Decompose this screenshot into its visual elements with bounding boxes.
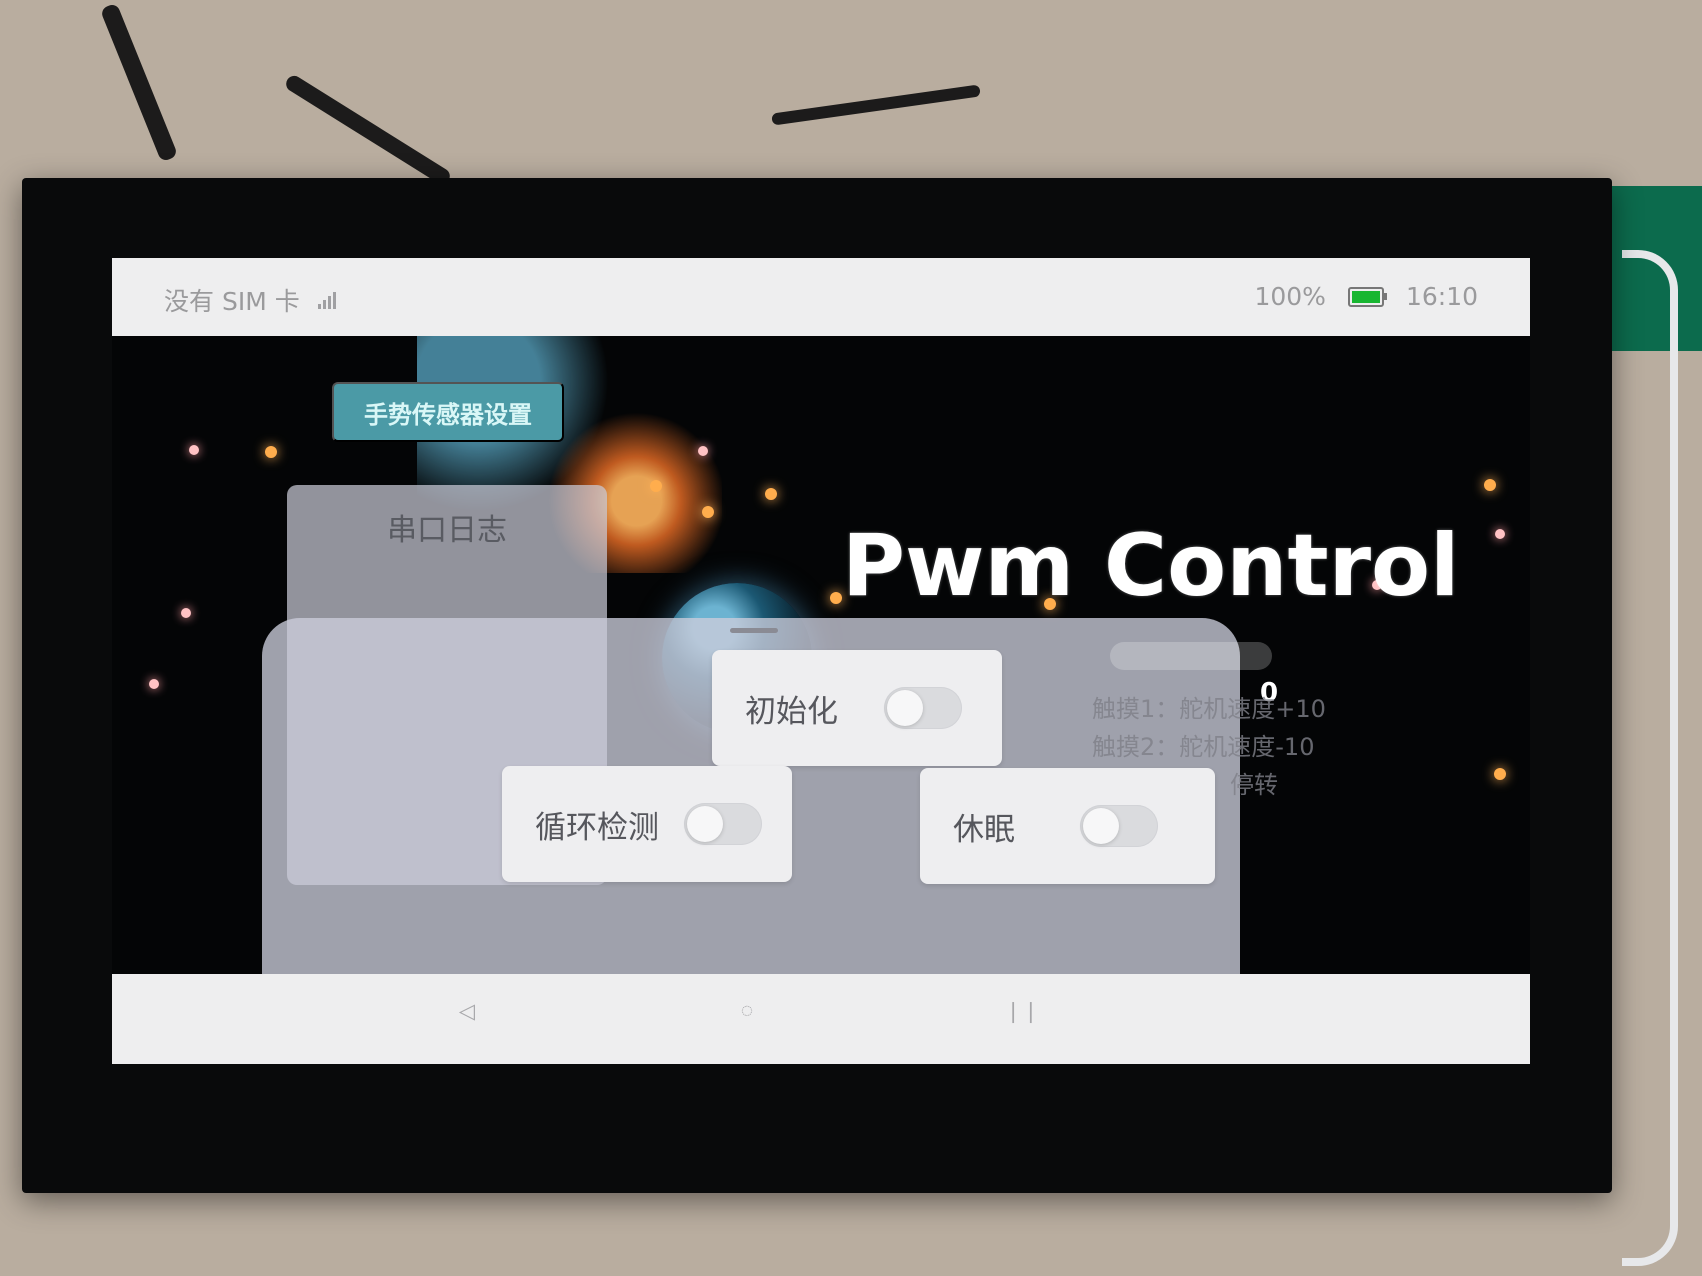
status-time: 16:10 (1405, 282, 1478, 311)
sheet-drag-handle[interactable] (730, 628, 778, 633)
pink-star-dot (189, 445, 199, 455)
orange-star-dot (1494, 768, 1506, 780)
orange-star-dot (1484, 479, 1496, 491)
gesture-instruction-1: 触摸1：舵机速度+10 (1092, 695, 1326, 723)
background-line (99, 2, 179, 163)
battery-icon (1347, 286, 1387, 307)
loop-detection-label: 循环检测 (535, 809, 659, 846)
orange-star-dot (765, 488, 777, 500)
pink-star-dot (698, 446, 708, 456)
pink-star-dot (1495, 529, 1505, 539)
recent-apps-button[interactable]: ❘❘ (997, 998, 1047, 1025)
initialize-switch-card: 初始化 (712, 650, 1002, 766)
pink-star-dot (149, 679, 159, 689)
gesture-instruction-3: 停转 (1230, 771, 1278, 799)
status-bar: 没有 SIM 卡 100% 16:10 (112, 258, 1530, 336)
sleep-switch-card: 休眠 (920, 768, 1215, 884)
back-button[interactable]: ◁ (442, 998, 492, 1025)
serial-log-title: 串口日志 (387, 513, 507, 548)
signal-icon (317, 291, 336, 309)
sleep-label: 休眠 (953, 811, 1015, 848)
status-right: 100% 16:10 (1254, 282, 1478, 311)
status-left: 没有 SIM 卡 (164, 282, 336, 318)
gesture-sensor-settings-button[interactable]: 手势传感器设置 (332, 382, 564, 442)
orange-star-dot (702, 506, 714, 518)
orange-star-dot (830, 592, 842, 604)
gesture-list-header-placeholder (1110, 642, 1272, 670)
battery-percentage: 100% (1254, 282, 1326, 311)
control-bottom-sheet: 触摸1：舵机速度+10 触摸2：舵机速度-10 停转 初始化 循环检测 休眠 (262, 618, 1326, 1023)
initialize-toggle[interactable] (884, 687, 962, 729)
device-screen: 没有 SIM 卡 100% 16:10 手势传感器设置 串口日志 Pwm Con… (112, 258, 1530, 1064)
home-button[interactable]: ◌ (722, 998, 772, 1024)
orange-star-dot (265, 446, 277, 458)
background-line (283, 72, 453, 188)
orange-star-dot (650, 480, 662, 492)
loop-detection-switch-card: 循环检测 (502, 766, 792, 882)
gesture-instruction-2: 触摸2：舵机速度-10 (1092, 733, 1315, 761)
pwm-control-title: Pwm Control (842, 516, 1460, 616)
navigation-bar: ◁ ◌ ❘❘ (112, 974, 1530, 1064)
initialize-label: 初始化 (745, 693, 838, 730)
carrier-status: 没有 SIM 卡 (164, 287, 300, 316)
sleep-toggle[interactable] (1080, 805, 1158, 847)
pink-star-dot (181, 608, 191, 618)
background-line (771, 84, 981, 126)
loop-detection-toggle[interactable] (684, 803, 762, 845)
white-cable (1622, 250, 1678, 1266)
